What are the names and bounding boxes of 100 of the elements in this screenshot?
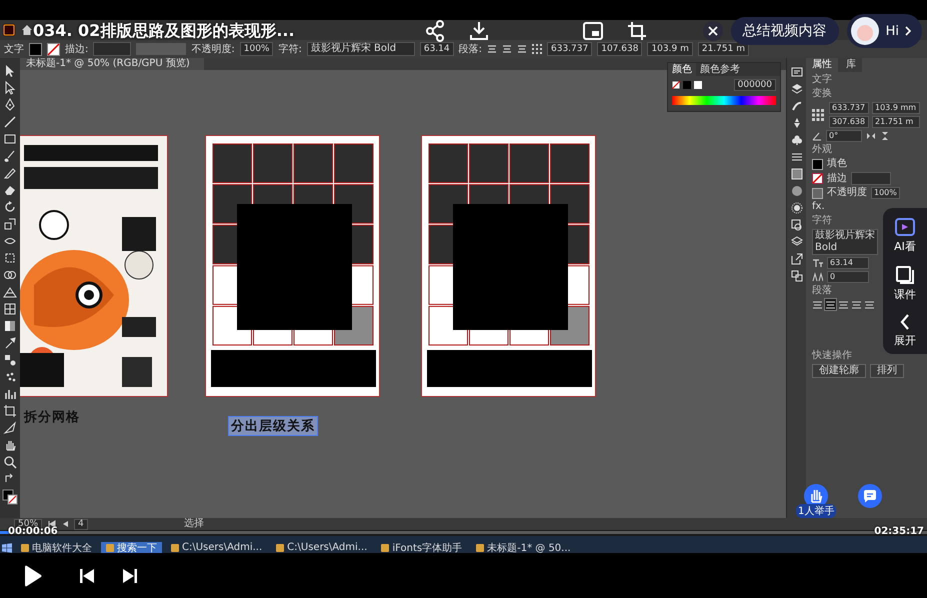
style-swatch[interactable] xyxy=(136,43,186,55)
mesh-icon[interactable] xyxy=(3,302,17,316)
perspective-grid-icon[interactable] xyxy=(3,285,17,299)
pencil-icon[interactable] xyxy=(3,166,17,180)
align-icon[interactable] xyxy=(517,44,527,54)
summary-button[interactable]: 总结视频内容 xyxy=(730,17,839,45)
gradient-icon[interactable] xyxy=(3,319,17,333)
assistant-button[interactable]: Hi xyxy=(846,14,922,48)
none-swatch-icon[interactable] xyxy=(672,81,680,89)
quick-action-button[interactable]: 排列 xyxy=(870,364,904,378)
scale-icon[interactable] xyxy=(3,217,17,231)
pen-icon[interactable] xyxy=(3,98,17,112)
side-panel-button[interactable]: AI看 xyxy=(894,218,916,254)
tracking-field[interactable]: 0 xyxy=(827,271,869,283)
hex-field[interactable]: 000000 xyxy=(734,79,776,91)
brush-icon[interactable] xyxy=(3,149,17,163)
layers-icon[interactable] xyxy=(790,83,802,95)
document-tab[interactable]: 未标题-1* @ 50% (RGB/GPU 预览) xyxy=(20,58,204,70)
appearance-icon[interactable] xyxy=(790,202,802,214)
align-icon[interactable] xyxy=(487,44,497,54)
previous-icon[interactable] xyxy=(80,568,94,582)
align-button[interactable] xyxy=(838,299,849,310)
taskbar-item[interactable]: 搜索一下 xyxy=(101,542,162,553)
panel-tab[interactable]: 属性 xyxy=(806,58,838,72)
rotation-field[interactable]: 0° xyxy=(826,130,862,142)
rectangle-icon[interactable] xyxy=(3,132,17,146)
effects-button[interactable]: fx. xyxy=(812,201,825,213)
blend-icon[interactable] xyxy=(3,353,17,367)
flip-vertical-icon[interactable] xyxy=(880,131,890,141)
opacity-field[interactable]: 100% xyxy=(871,187,900,199)
taskbar-item[interactable]: C:\Users\Admi... xyxy=(166,542,268,553)
taskbar-item[interactable]: 电脑软件大全 xyxy=(16,542,97,553)
brushes-icon[interactable] xyxy=(790,100,802,112)
stroke-weight-field[interactable] xyxy=(93,42,132,56)
bar-graph-icon[interactable] xyxy=(3,387,17,401)
properties-icon[interactable] xyxy=(790,66,802,78)
eraser-icon[interactable] xyxy=(3,183,17,197)
font-field[interactable]: 鼓影视片辉宋 Bold xyxy=(306,42,415,56)
share-icon[interactable] xyxy=(424,20,445,42)
page-field[interactable]: 4 xyxy=(74,518,88,530)
align-button[interactable] xyxy=(812,299,823,310)
height-field[interactable]: 21.751 m xyxy=(872,116,920,128)
color-swatch[interactable] xyxy=(683,81,691,89)
taskbar-item[interactable]: 未标题-1* @ 50... xyxy=(471,542,576,553)
side-panel-button[interactable]: 课件 xyxy=(894,266,916,302)
close-icon[interactable] xyxy=(702,21,723,41)
fill-stroke-icon[interactable] xyxy=(2,489,18,505)
font-field[interactable]: 鼓影视片辉宋 Bold xyxy=(812,229,878,255)
artboard-icon[interactable] xyxy=(3,404,17,418)
play-icon[interactable] xyxy=(22,564,42,586)
panel-tab[interactable]: 颜色 xyxy=(668,63,696,76)
panel-tab[interactable]: 库 xyxy=(840,58,862,72)
font-size-field[interactable]: 63.14 xyxy=(420,42,454,56)
taskbar-item[interactable]: iFonts字体助手 xyxy=(376,542,468,553)
stroke-icon[interactable] xyxy=(790,151,802,163)
download-icon[interactable] xyxy=(468,21,489,41)
start-icon[interactable] xyxy=(2,542,12,552)
fill-swatch[interactable] xyxy=(812,158,823,170)
align-icon[interactable] xyxy=(502,44,512,54)
width-field[interactable]: 103.9 m xyxy=(647,42,693,56)
y-field[interactable]: 107.638 xyxy=(597,42,642,56)
color-spectrum[interactable] xyxy=(672,96,776,105)
stroke-swatch[interactable] xyxy=(812,173,823,184)
stroke-weight-field[interactable] xyxy=(851,172,891,185)
stack-icon[interactable] xyxy=(790,236,802,248)
export-icon[interactable] xyxy=(790,253,802,265)
align-button[interactable] xyxy=(851,299,862,310)
x-field[interactable]: 633.737 xyxy=(829,102,869,114)
graphic-styles-icon[interactable] xyxy=(790,219,802,231)
first-page-icon[interactable] xyxy=(48,520,56,528)
home-icon[interactable] xyxy=(21,24,33,36)
quick-action-button[interactable]: 创建轮廓 xyxy=(812,364,866,378)
artboards-icon[interactable] xyxy=(790,270,802,282)
slice-icon[interactable] xyxy=(3,421,17,435)
line-icon[interactable] xyxy=(3,115,17,129)
zoom-icon[interactable] xyxy=(3,455,17,469)
club-icon[interactable] xyxy=(790,134,802,146)
free-transform-icon[interactable] xyxy=(3,251,17,265)
y-field[interactable]: 307.638 xyxy=(829,116,869,128)
crop-icon[interactable] xyxy=(626,21,647,41)
taskbar-item[interactable]: C:\Users\Admi... xyxy=(271,542,372,553)
opacity-field[interactable]: 100% xyxy=(240,42,274,56)
previous-page-icon[interactable] xyxy=(62,520,68,528)
width-field[interactable]: 103.9 mm xyxy=(872,102,920,114)
align-button[interactable] xyxy=(825,299,836,310)
color-swatch[interactable] xyxy=(694,81,702,89)
gradient-panel-icon[interactable] xyxy=(790,168,802,180)
picture-in-picture-icon[interactable] xyxy=(582,21,603,41)
transparency-icon[interactable] xyxy=(790,185,802,197)
fill-swatch[interactable] xyxy=(29,42,42,56)
reference-point-icon[interactable] xyxy=(812,109,824,121)
canvas-text[interactable]: 分出层级关系 xyxy=(228,416,318,436)
height-field[interactable]: 21.751 m xyxy=(698,42,749,56)
direct-selection-icon[interactable] xyxy=(3,81,17,95)
x-field[interactable]: 633.737 xyxy=(547,42,592,56)
reference-point-icon[interactable] xyxy=(532,44,542,54)
eyedropper-icon[interactable] xyxy=(3,336,17,350)
flip-horizontal-icon[interactable] xyxy=(866,131,876,141)
shape-builder-icon[interactable] xyxy=(3,268,17,282)
side-panel-button[interactable]: 展开 xyxy=(894,314,916,348)
